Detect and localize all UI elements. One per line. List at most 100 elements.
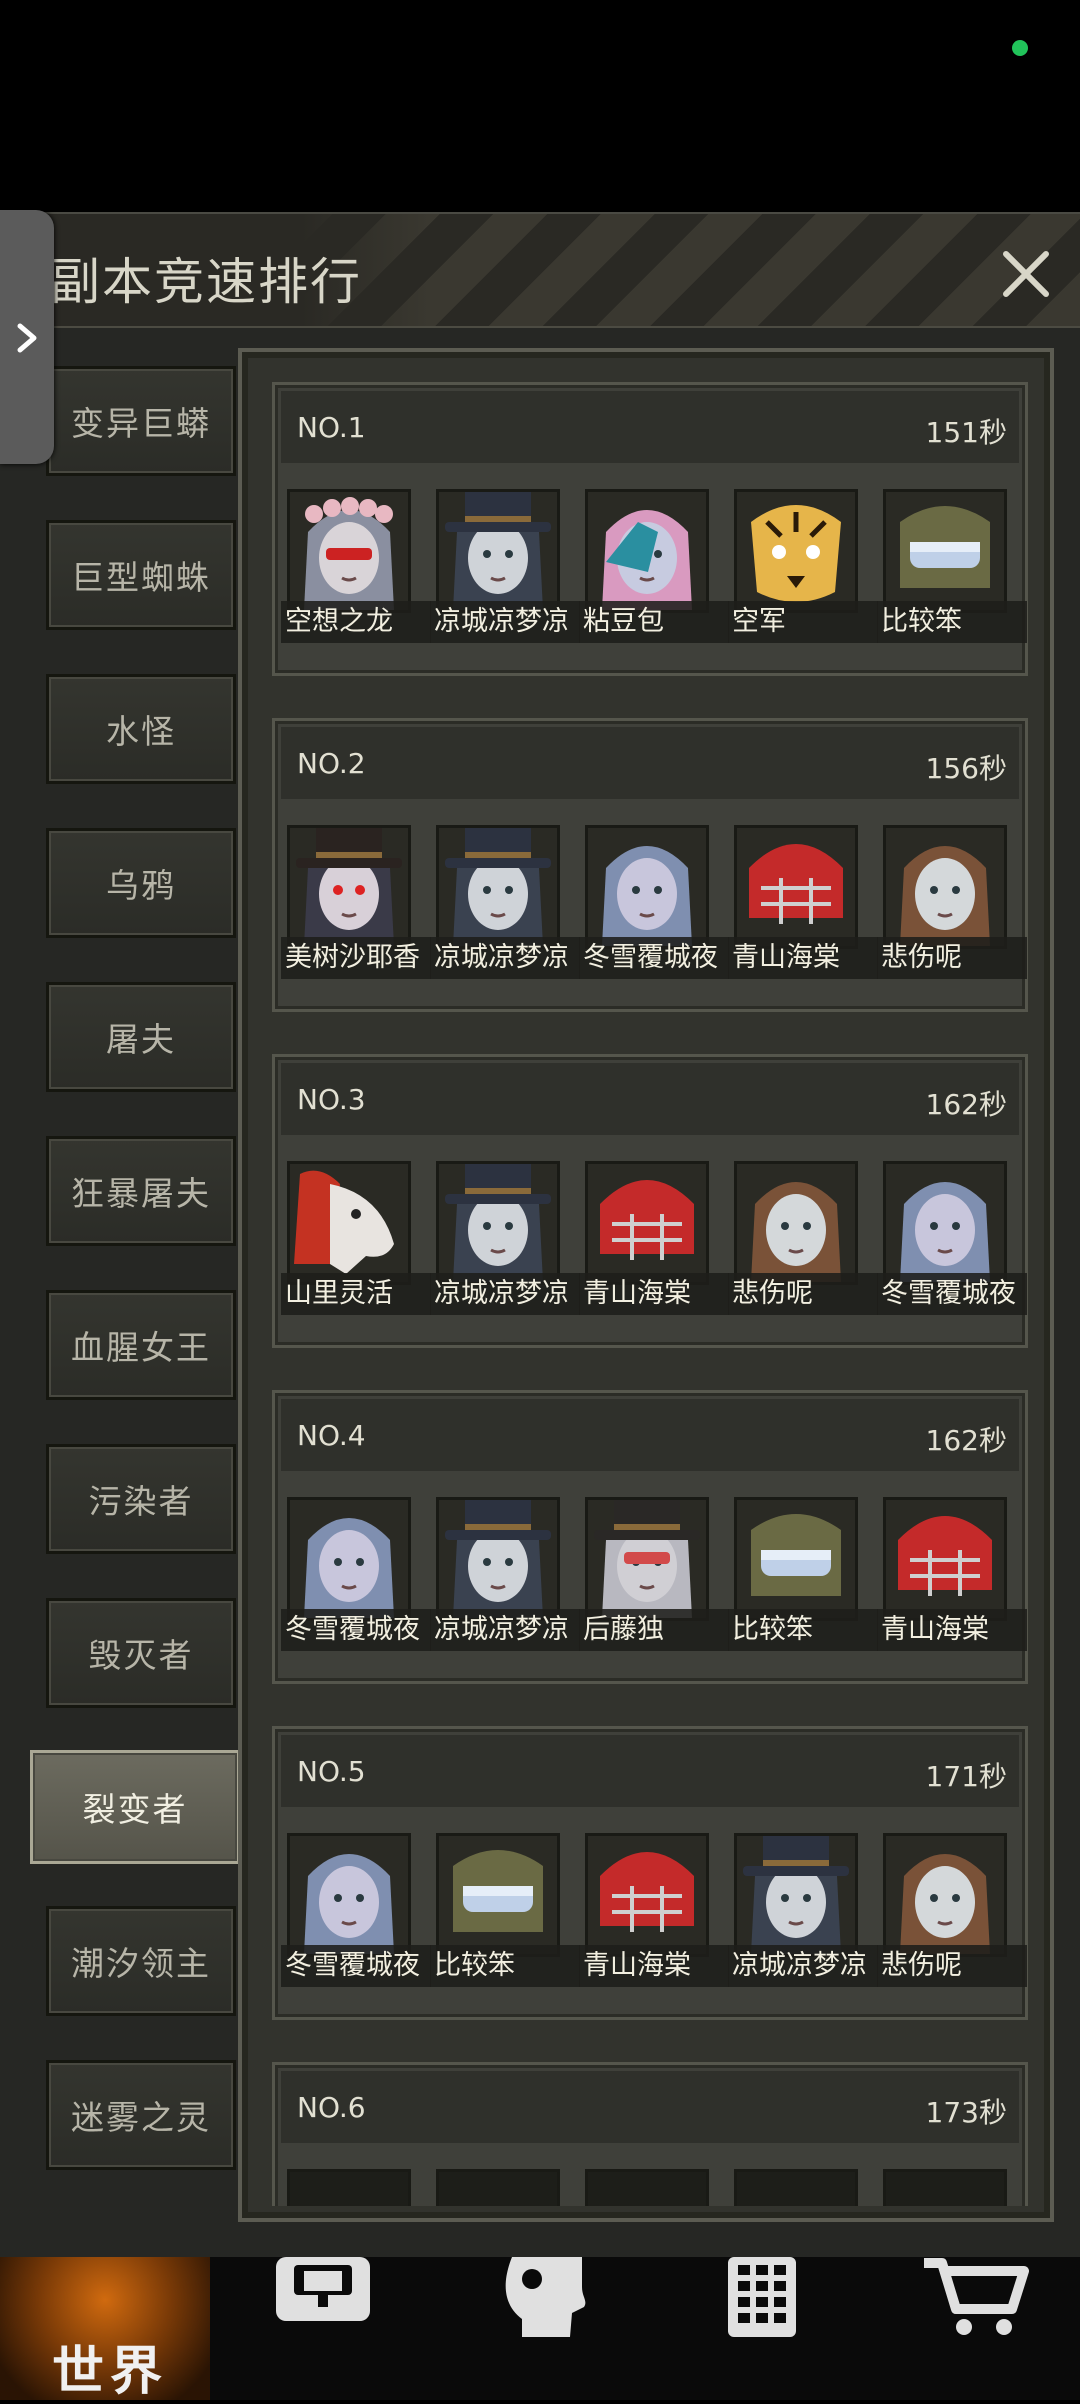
team-member[interactable] — [734, 2169, 858, 2206]
team-member[interactable]: 凉城凉梦凉 — [430, 1161, 580, 1321]
ranking-header: NO.6 173秒 — [281, 2071, 1019, 2143]
category-item[interactable]: 巨型蜘蛛 — [46, 520, 236, 630]
ranking-header: NO.3 162秒 — [281, 1063, 1019, 1135]
team-member[interactable]: 粘豆包 — [579, 489, 729, 649]
ranking-entry: NO.6 173秒 — [272, 2062, 1028, 2206]
player-portrait — [436, 2169, 560, 2206]
category-item[interactable]: 屠夫 — [46, 982, 236, 1092]
ranking-header: NO.2 156秒 — [281, 727, 1019, 799]
ranking-entry: NO.1 151秒空想之龙 凉城凉梦凉 粘豆包 空军 比较笨 — [272, 382, 1028, 676]
player-portrait — [287, 2169, 411, 2206]
category-item[interactable]: 变异巨蟒 — [46, 366, 236, 476]
team-member[interactable] — [585, 2169, 709, 2206]
team-member[interactable]: 后藤独 — [579, 1497, 729, 1657]
player-portrait — [585, 489, 709, 613]
player-name: 山里灵活 — [281, 1273, 431, 1315]
player-portrait — [734, 1833, 858, 1957]
team-member[interactable]: 比较笨 — [877, 489, 1027, 649]
team-member[interactable]: 冬雪覆城夜 — [877, 1161, 1027, 1321]
clear-time: 151秒 — [925, 416, 1007, 449]
side-expand-tab[interactable] — [0, 210, 54, 464]
team-member[interactable]: 冬雪覆城夜 — [281, 1833, 431, 1993]
team-member[interactable]: 比较笨 — [430, 1833, 580, 1993]
team-member[interactable]: 冬雪覆城夜 — [579, 825, 729, 985]
team-member[interactable]: 青山海棠 — [579, 1161, 729, 1321]
category-item[interactable]: 潮汐领主 — [46, 1906, 236, 2016]
team-member[interactable] — [436, 2169, 560, 2206]
speedrun-ranking-panel: 副本竞速排行 变异巨蟒巨型蜘蛛水怪乌鸦屠夫狂暴屠夫血腥女王污染者毁灭者裂变者潮汐… — [0, 212, 1080, 2257]
team-member[interactable]: 青山海棠 — [877, 1497, 1027, 1657]
team-member[interactable]: 冬雪覆城夜 — [281, 1497, 431, 1657]
player-portrait — [585, 1833, 709, 1957]
category-item[interactable]: 狂暴屠夫 — [46, 1136, 236, 1246]
team-member[interactable]: 凉城凉梦凉 — [430, 825, 580, 985]
player-name: 冬雪覆城夜 — [281, 1945, 431, 1987]
player-name: 凉城凉梦凉 — [430, 601, 580, 643]
clear-time: 171秒 — [925, 1760, 1007, 1793]
rank-number: NO.3 — [297, 1083, 366, 1116]
team-member[interactable]: 山里灵活 — [281, 1161, 431, 1321]
player-portrait — [734, 489, 858, 613]
category-item[interactable]: 迷雾之灵 — [46, 2060, 236, 2170]
team-member[interactable]: 凉城凉梦凉 — [430, 1497, 580, 1657]
clear-time: 162秒 — [925, 1088, 1007, 1121]
category-item[interactable]: 污染者 — [46, 1444, 236, 1554]
player-portrait — [585, 1161, 709, 1285]
phone-icon[interactable] — [722, 2257, 802, 2337]
player-portrait — [436, 489, 560, 613]
category-item[interactable]: 水怪 — [46, 674, 236, 784]
player-portrait — [734, 2169, 858, 2206]
clear-time: 162秒 — [925, 1424, 1007, 1457]
player-name: 青山海棠 — [728, 937, 878, 979]
team-member[interactable]: 凉城凉梦凉 — [728, 1833, 878, 1993]
ranking-entry: NO.3 162秒山里灵活 凉城凉梦凉 青山海棠 悲伤呢 冬雪覆城夜 — [272, 1054, 1028, 1348]
category-item[interactable]: 毁灭者 — [46, 1598, 236, 1708]
ranking-header: NO.1 151秒 — [281, 391, 1019, 463]
ranking-entry: NO.4 162秒 冬雪覆城夜 凉城凉梦凉 后藤独 比较笨 青山海棠 — [272, 1390, 1028, 1684]
rank-number: NO.5 — [297, 1755, 366, 1788]
category-item[interactable]: 血腥女王 — [46, 1290, 236, 1400]
team-member[interactable]: 凉城凉梦凉 — [430, 489, 580, 649]
team-member[interactable]: 悲伤呢 — [877, 1833, 1027, 1993]
category-item[interactable]: 裂变者 — [30, 1750, 240, 1864]
team-member[interactable]: 青山海棠 — [728, 825, 878, 985]
team-member[interactable]: 比较笨 — [728, 1497, 878, 1657]
nav-world-tab[interactable]: 世界 — [0, 2257, 210, 2402]
team-member[interactable]: 悲伤呢 — [728, 1161, 878, 1321]
team-member[interactable] — [287, 2169, 411, 2206]
ranking-list[interactable]: NO.1 151秒 空想之龙 凉城凉梦凉 粘豆包 空军 比较笨 NO.2 156秒 美树沙耶香 凉城… — [238, 348, 1054, 2222]
title-bar: 副本竞速排行 — [0, 214, 1080, 328]
ranking-entry: NO.5 171秒冬雪覆城夜 比较笨 青山海棠 凉城凉梦凉 悲伤呢 — [272, 1726, 1028, 2020]
team-member[interactable]: 美树沙耶香 — [281, 825, 431, 985]
rank-number: NO.2 — [297, 747, 366, 780]
category-item[interactable]: 乌鸦 — [46, 828, 236, 938]
close-icon[interactable] — [996, 244, 1056, 304]
player-name: 凉城凉梦凉 — [430, 1609, 580, 1651]
player-portrait — [287, 1497, 411, 1621]
head-icon[interactable] — [492, 2257, 592, 2337]
player-name: 后藤独 — [579, 1609, 729, 1651]
ranking-header: NO.5 171秒 — [281, 1735, 1019, 1807]
player-name: 青山海棠 — [579, 1945, 729, 1987]
team-member[interactable]: 青山海棠 — [579, 1833, 729, 1993]
player-portrait — [883, 2169, 1007, 2206]
player-portrait — [734, 1497, 858, 1621]
clear-time: 173秒 — [925, 2096, 1007, 2129]
team-member[interactable]: 空军 — [728, 489, 878, 649]
cart-icon[interactable] — [920, 2257, 1030, 2337]
backpack-icon[interactable] — [268, 2257, 378, 2327]
player-name: 冬雪覆城夜 — [877, 1273, 1027, 1315]
team-member[interactable] — [883, 2169, 1007, 2206]
player-portrait — [287, 825, 411, 949]
player-portrait — [883, 1161, 1007, 1285]
team-member[interactable]: 悲伤呢 — [877, 825, 1027, 985]
team-members — [281, 2169, 1019, 2206]
player-name: 悲伤呢 — [728, 1273, 878, 1315]
nav-world-label: 世界 — [52, 2342, 169, 2402]
player-name: 悲伤呢 — [877, 937, 1027, 979]
player-name: 冬雪覆城夜 — [281, 1609, 431, 1651]
team-members: 冬雪覆城夜 比较笨 青山海棠 凉城凉梦凉 悲伤呢 — [281, 1833, 1027, 1993]
player-name: 空想之龙 — [281, 601, 431, 643]
player-name: 青山海棠 — [877, 1609, 1027, 1651]
team-member[interactable]: 空想之龙 — [281, 489, 431, 649]
